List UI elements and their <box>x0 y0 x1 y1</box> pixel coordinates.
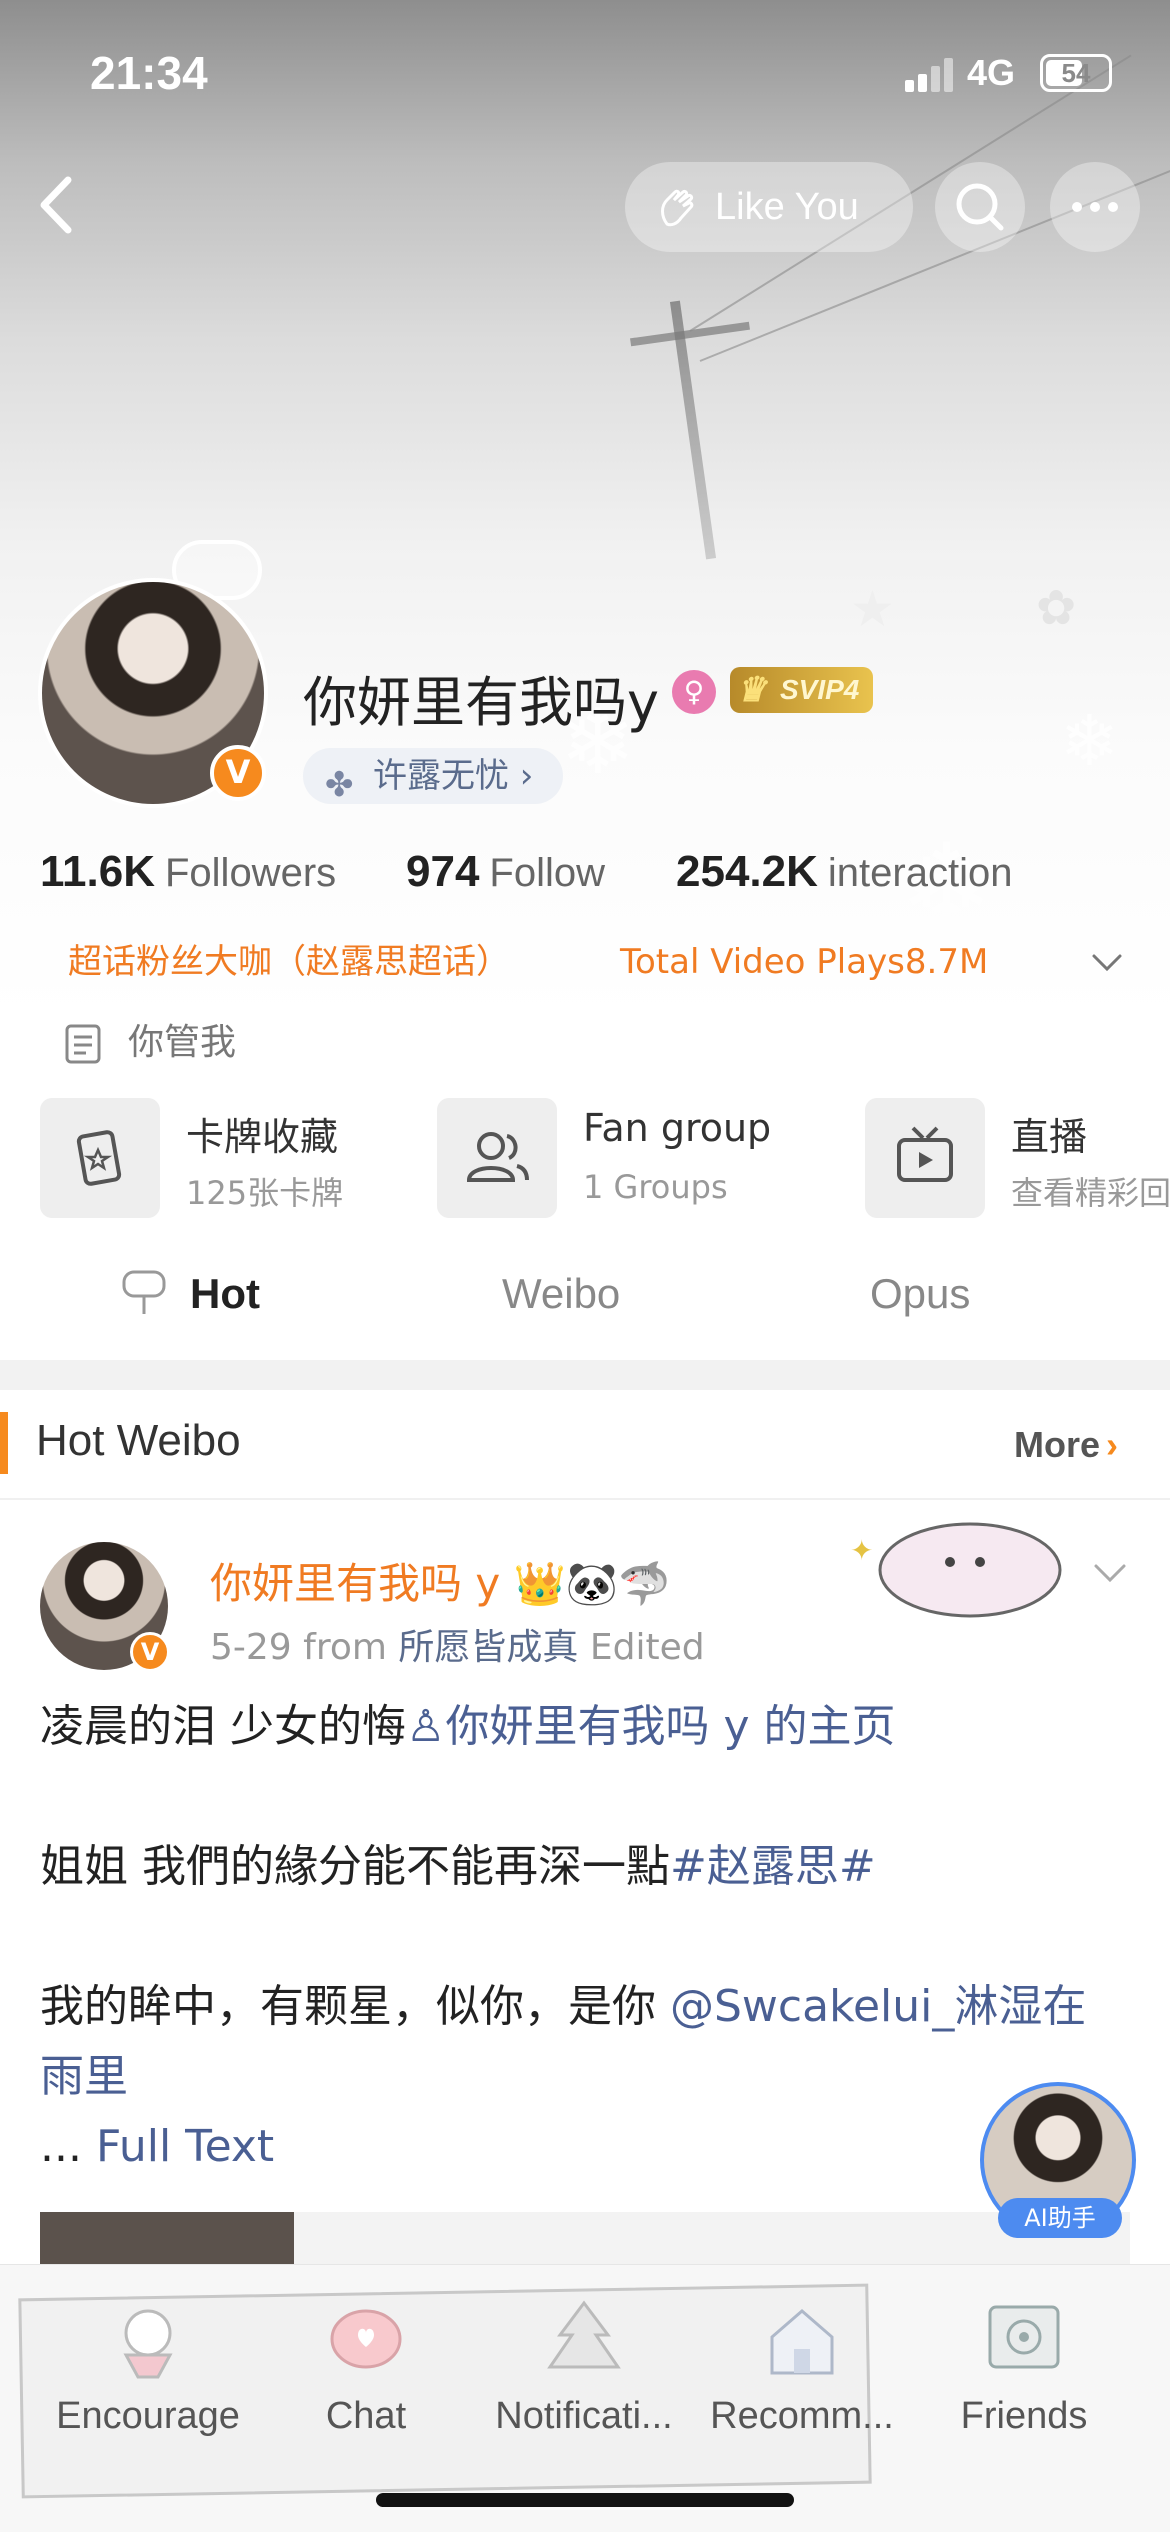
like-you-button[interactable]: Like You <box>625 162 913 252</box>
nav-notifications-label: Notificati... <box>495 2395 673 2437</box>
nav-friends[interactable]: Friends <box>914 2283 1134 2483</box>
nav-encourage[interactable]: Encourage <box>38 2283 258 2483</box>
live-subtitle: 查看精彩回 <box>1011 1174 1170 1212</box>
post-line-3: 我的眸中，有颗星，似你，是你 <box>40 1981 670 2032</box>
star-icon: ★ <box>850 580 895 638</box>
topic-hashtag[interactable]: #赵露思# <box>670 1841 876 1892</box>
nav-chat[interactable]: Chat <box>256 2283 476 2483</box>
full-text-link[interactable]: Full Text <box>96 2121 274 2172</box>
nav-encourage-label: Encourage <box>56 2395 240 2437</box>
post-edited: Edited <box>589 1627 705 1668</box>
post-body: 凌晨的泪 少女的悔♙你妍里有我吗 y 的主页 姐姐 我們的緣分能不能再深一點#赵… <box>40 1692 1130 2182</box>
status-time: 21:34 <box>90 47 208 99</box>
followers-stat[interactable]: 11.6K Followers <box>40 842 336 903</box>
verified-badge-icon: V <box>130 1632 170 1672</box>
profile-link[interactable]: 你妍里有我吗 y 的主页 <box>445 1701 895 1752</box>
document-icon <box>65 1024 101 1064</box>
live-tv-icon <box>865 1098 985 1218</box>
battery-level: 54 <box>1061 58 1091 88</box>
post-meta: 5-29 from 所愿皆成真 Edited <box>210 1618 705 1670</box>
tab-hot[interactable]: Hot <box>190 1270 260 1318</box>
post-line-2: 姐姐 我們的緣分能不能再深一點 <box>40 1841 670 1892</box>
encourage-icon <box>123 2309 173 2379</box>
more-button[interactable]: More › <box>1014 1424 1118 1466</box>
hot-weibo-title: Hot Weibo <box>36 1416 241 1465</box>
nav-notifications[interactable]: Notificati... <box>474 2283 694 2483</box>
recommend-icon <box>770 2309 834 2375</box>
clover-tag-chip[interactable]: ✤ 许露无忧 › <box>303 748 564 805</box>
tab-opus[interactable]: Opus <box>870 1270 970 1318</box>
svip-label: SVIP4 <box>780 674 860 705</box>
network-type: 4G <box>967 52 1016 93</box>
live-title: 直播 <box>1011 1115 1088 1159</box>
following-label: Follow <box>489 851 606 895</box>
bottom-navigation: Encourage Chat Notificati... Recomm... F… <box>0 2264 1170 2532</box>
following-stat[interactable]: 974 Follow <box>406 842 605 903</box>
post-source[interactable]: 所愿皆成真 <box>398 1627 578 1668</box>
notification-icon <box>547 2300 621 2369</box>
profile-username: 你妍里有我吗y <box>303 671 659 734</box>
followers-label: Followers <box>164 851 337 895</box>
nav-recommend[interactable]: Recomm... <box>692 2283 912 2483</box>
chevron-down-icon[interactable] <box>1090 1552 1130 1592</box>
nav-recommend-label: Recomm... <box>710 2395 894 2437</box>
female-gender-icon: ♀ <box>672 670 716 714</box>
post-line-1: 凌晨的泪 少女的悔 <box>40 1701 406 1752</box>
svg-text:✦: ✦ <box>850 1534 873 1567</box>
status-bar: 21:34 4G 54 <box>0 0 1170 140</box>
battery-icon: 54 <box>1040 54 1112 92</box>
interaction-stat[interactable]: 254.2K interaction <box>676 842 1012 903</box>
fan-group-icon <box>437 1098 557 1218</box>
signal-strength-icon <box>905 58 953 92</box>
interaction-label: interaction <box>827 851 1013 895</box>
more-options-button[interactable] <box>1050 162 1140 252</box>
nav-chat-label: Chat <box>325 2395 407 2437</box>
total-video-plays[interactable]: Total Video Plays8.7M <box>620 937 988 987</box>
section-accent-bar <box>0 1412 8 1474</box>
fan-group-subtitle: 1 Groups <box>583 1168 728 1206</box>
tab-weibo[interactable]: Weibo <box>502 1270 620 1318</box>
profile-tabs: Hot Weibo Opus <box>0 1250 1170 1360</box>
snowflake-icon: ❄ <box>1060 700 1119 782</box>
card-collection-icon <box>40 1098 160 1218</box>
ai-assistant-label[interactable]: AI助手 <box>998 2198 1122 2238</box>
nav-friends-label: Friends <box>960 2395 1088 2437</box>
friends-icon <box>988 2305 1060 2369</box>
more-dots-icon <box>1072 202 1118 212</box>
hand-wave-icon <box>661 189 694 227</box>
post-date: 5-29 <box>210 1627 292 1668</box>
chevron-down-icon[interactable] <box>1090 945 1124 979</box>
post-ellipsis: ... <box>40 2121 96 2172</box>
tag-chip-label: 许露无忧 › <box>373 756 534 796</box>
search-icon <box>956 183 1004 231</box>
back-button[interactable] <box>30 170 90 240</box>
utility-pole-arm-decoration <box>630 321 750 347</box>
post-from-label: from <box>303 1627 387 1668</box>
mailbox-icon <box>122 1270 166 1314</box>
svip-badge[interactable]: ♛ SVIP4 <box>730 667 874 713</box>
cute-cloud-sticker-icon: ✦ <box>850 1522 1062 1618</box>
chevron-right-icon: › <box>1106 1424 1119 1465</box>
more-label: More <box>1014 1424 1101 1465</box>
card-collection-subtitle: 125张卡牌 <box>186 1174 344 1212</box>
clover-icon: ✤ <box>325 765 354 805</box>
chat-icon <box>330 2309 402 2369</box>
following-count: 974 <box>406 847 480 896</box>
card-collection-title: 卡牌收藏 <box>186 1115 339 1159</box>
fan-group-title: Fan group <box>583 1106 772 1150</box>
profile-bio: 你管我 <box>128 1022 237 1063</box>
chevron-left-icon <box>40 176 72 234</box>
user-icon: ♙ <box>406 1701 446 1752</box>
verified-badge-icon: V <box>210 745 266 801</box>
super-topic-honor[interactable]: 超话粉丝大咖（赵露思超话） <box>68 937 510 987</box>
like-you-label: Like You <box>715 186 859 228</box>
paw-icon: ✿ <box>1036 580 1077 636</box>
post-author-name[interactable]: 你妍里有我吗 y 👑🐼🦈 <box>210 1550 670 1611</box>
interaction-count: 254.2K <box>676 847 818 896</box>
followers-count: 11.6K <box>40 847 155 896</box>
hot-weibo-header: Hot Weibo More › <box>0 1390 1170 1500</box>
search-button[interactable] <box>935 162 1025 252</box>
home-indicator <box>376 2493 794 2507</box>
crown-icon: ♛ <box>736 671 767 709</box>
